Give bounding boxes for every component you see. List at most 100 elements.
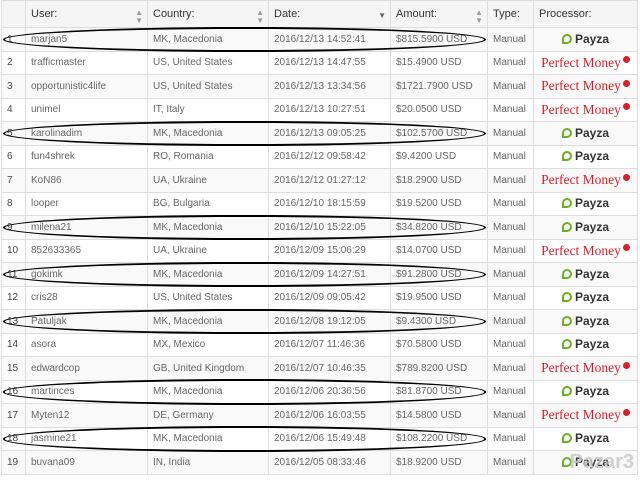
- cell-user: Patuljak: [25, 309, 148, 334]
- cell-user: marjan5: [25, 27, 148, 52]
- payza-logo-icon: [561, 221, 572, 232]
- cell-country: MK, Macedonia: [147, 309, 269, 334]
- cell-n: 1: [1, 27, 26, 52]
- cell-date: 2016/12/06 20:36:56: [268, 379, 391, 404]
- processor-label: Payza: [574, 31, 610, 46]
- header-user[interactable]: User: ▲ ▼: [25, 0, 148, 28]
- table-row: 10 852633365 UA, Ukraine 2016/12/09 15:06:2…: [1, 238, 638, 263]
- cell-processor: Payza: [533, 379, 638, 404]
- cell-type: Manual: [487, 379, 534, 404]
- cell-country: UA, Ukraine: [147, 168, 269, 193]
- cell-amount: $20.0500 USD: [390, 97, 488, 122]
- cell-user: KoN86: [25, 168, 148, 193]
- sort-desc-icon[interactable]: ▼: [378, 12, 386, 20]
- table-row: 13 Patuljak MK, Macedonia 2016/12/08 19:12:…: [1, 309, 638, 334]
- header-index: [1, 0, 26, 28]
- cell-n: 18: [1, 426, 26, 451]
- cell-processor: Payza: [533, 27, 638, 52]
- cell-country: MK, Macedonia: [147, 121, 269, 146]
- cell-country: MK, Macedonia: [147, 379, 269, 404]
- cell-country: MX, Mexico: [147, 332, 269, 357]
- header-country[interactable]: Country: ▲ ▼: [147, 0, 269, 28]
- processor-label: Payza: [574, 149, 610, 164]
- cell-user: edwardcop: [25, 356, 148, 381]
- cell-n: 4: [1, 97, 26, 122]
- table-row: 1 marjan5 MK, Macedonia 2016/12/13 14:52:41…: [1, 27, 638, 52]
- cell-type: Manual: [487, 27, 534, 52]
- perfect-money-logo: Perfect Money: [541, 243, 630, 259]
- cell-user: jasmine21: [25, 426, 148, 451]
- cell-date: 2016/12/07 10:46:35: [268, 356, 391, 381]
- table-row: 15 edwardcop GB, United Kingdom 2016/12/07 …: [1, 356, 638, 381]
- processor-label: Perfect Money: [541, 407, 621, 423]
- table-row: 5 karolinadim MK, Macedonia 2016/12/13 09:0…: [1, 121, 638, 146]
- cell-n: 5: [1, 121, 26, 146]
- cell-date: 2016/12/13 13:34:56: [268, 74, 391, 99]
- cell-type: Manual: [487, 403, 534, 428]
- cell-processor: Payza: [533, 144, 638, 169]
- cell-type: Manual: [487, 191, 534, 216]
- cell-type: Manual: [487, 144, 534, 169]
- cell-processor: Perfect Money: [533, 50, 638, 75]
- cell-date: 2016/12/10 18:15:59: [268, 191, 391, 216]
- perfect-money-logo: Perfect Money: [541, 360, 630, 376]
- cell-user: milena21: [25, 215, 148, 240]
- cell-amount: $18.9200 USD: [390, 450, 488, 475]
- header-type-label: Type:: [493, 8, 520, 20]
- perfect-money-logo-icon: [622, 79, 630, 87]
- cell-date: 2016/12/12 09:58:42: [268, 144, 391, 169]
- cell-n: 19: [1, 450, 26, 475]
- cell-user: opportunistic4life: [25, 74, 148, 99]
- cell-country: US, United States: [147, 74, 269, 99]
- cell-amount: $19.9500 USD: [390, 285, 488, 310]
- header-processor[interactable]: Processor:: [533, 0, 638, 28]
- cell-n: 16: [1, 379, 26, 404]
- cell-type: Manual: [487, 238, 534, 263]
- payza-logo: Payza: [561, 431, 610, 446]
- perfect-money-logo: Perfect Money: [541, 102, 630, 118]
- processor-label: Payza: [574, 431, 610, 446]
- cell-processor: Perfect Money: [533, 238, 638, 263]
- sort-both-icon[interactable]: ▲ ▼: [135, 9, 143, 25]
- cell-date: 2016/12/08 19:12:05: [268, 309, 391, 334]
- cell-n: 17: [1, 403, 26, 428]
- payza-logo: Payza: [561, 196, 609, 210]
- payza-logo: Payza: [561, 267, 609, 281]
- header-amount[interactable]: Amount: ▲ ▼: [390, 0, 488, 28]
- cell-type: Manual: [487, 262, 534, 287]
- payza-logo: Payza: [561, 149, 610, 164]
- perfect-money-logo-icon: [622, 361, 630, 369]
- header-type[interactable]: Type:: [487, 0, 534, 28]
- cell-user: fun4shrek: [25, 144, 148, 169]
- header-country-label: Country:: [153, 8, 195, 20]
- payza-logo: Payza: [561, 313, 610, 328]
- perfect-money-logo-icon: [622, 408, 630, 416]
- cell-country: IT, Italy: [147, 97, 269, 122]
- cell-user: martinces: [25, 379, 148, 404]
- cell-user: gokimk: [25, 262, 148, 287]
- cell-date: 2016/12/09 14:27:51: [268, 262, 391, 287]
- processor-label: Payza: [574, 125, 610, 140]
- header-date-label: Date:: [274, 8, 301, 20]
- cell-processor: Perfect Money: [533, 74, 638, 99]
- processor-label: Payza: [574, 384, 610, 399]
- payza-logo-icon: [561, 433, 572, 444]
- cell-amount: $34.8200 USD: [390, 215, 488, 240]
- processor-label: Payza: [574, 313, 610, 328]
- processor-label: Perfect Money: [541, 78, 621, 94]
- header-date[interactable]: Date: ▼: [268, 0, 391, 28]
- perfect-money-logo: Perfect Money: [541, 55, 630, 71]
- sort-both-icon[interactable]: ▲ ▼: [475, 9, 483, 25]
- cell-processor: Perfect Money: [533, 168, 638, 193]
- sort-both-icon[interactable]: ▲ ▼: [256, 9, 264, 25]
- perfect-money-logo-icon: [622, 56, 630, 64]
- cell-country: MK, Macedonia: [147, 27, 269, 52]
- cell-processor: Perfect Money: [533, 97, 638, 122]
- cell-amount: $1721.7900 USD: [390, 74, 488, 99]
- cell-type: Manual: [487, 215, 534, 240]
- cell-date: 2016/12/07 11:46:36: [268, 332, 391, 357]
- cell-country: DE, Germany: [147, 403, 269, 428]
- table-row: 11 gokimk MK, Macedonia 2016/12/09 14:27:51…: [1, 262, 638, 287]
- cell-type: Manual: [487, 121, 534, 146]
- payza-logo-icon: [561, 315, 572, 326]
